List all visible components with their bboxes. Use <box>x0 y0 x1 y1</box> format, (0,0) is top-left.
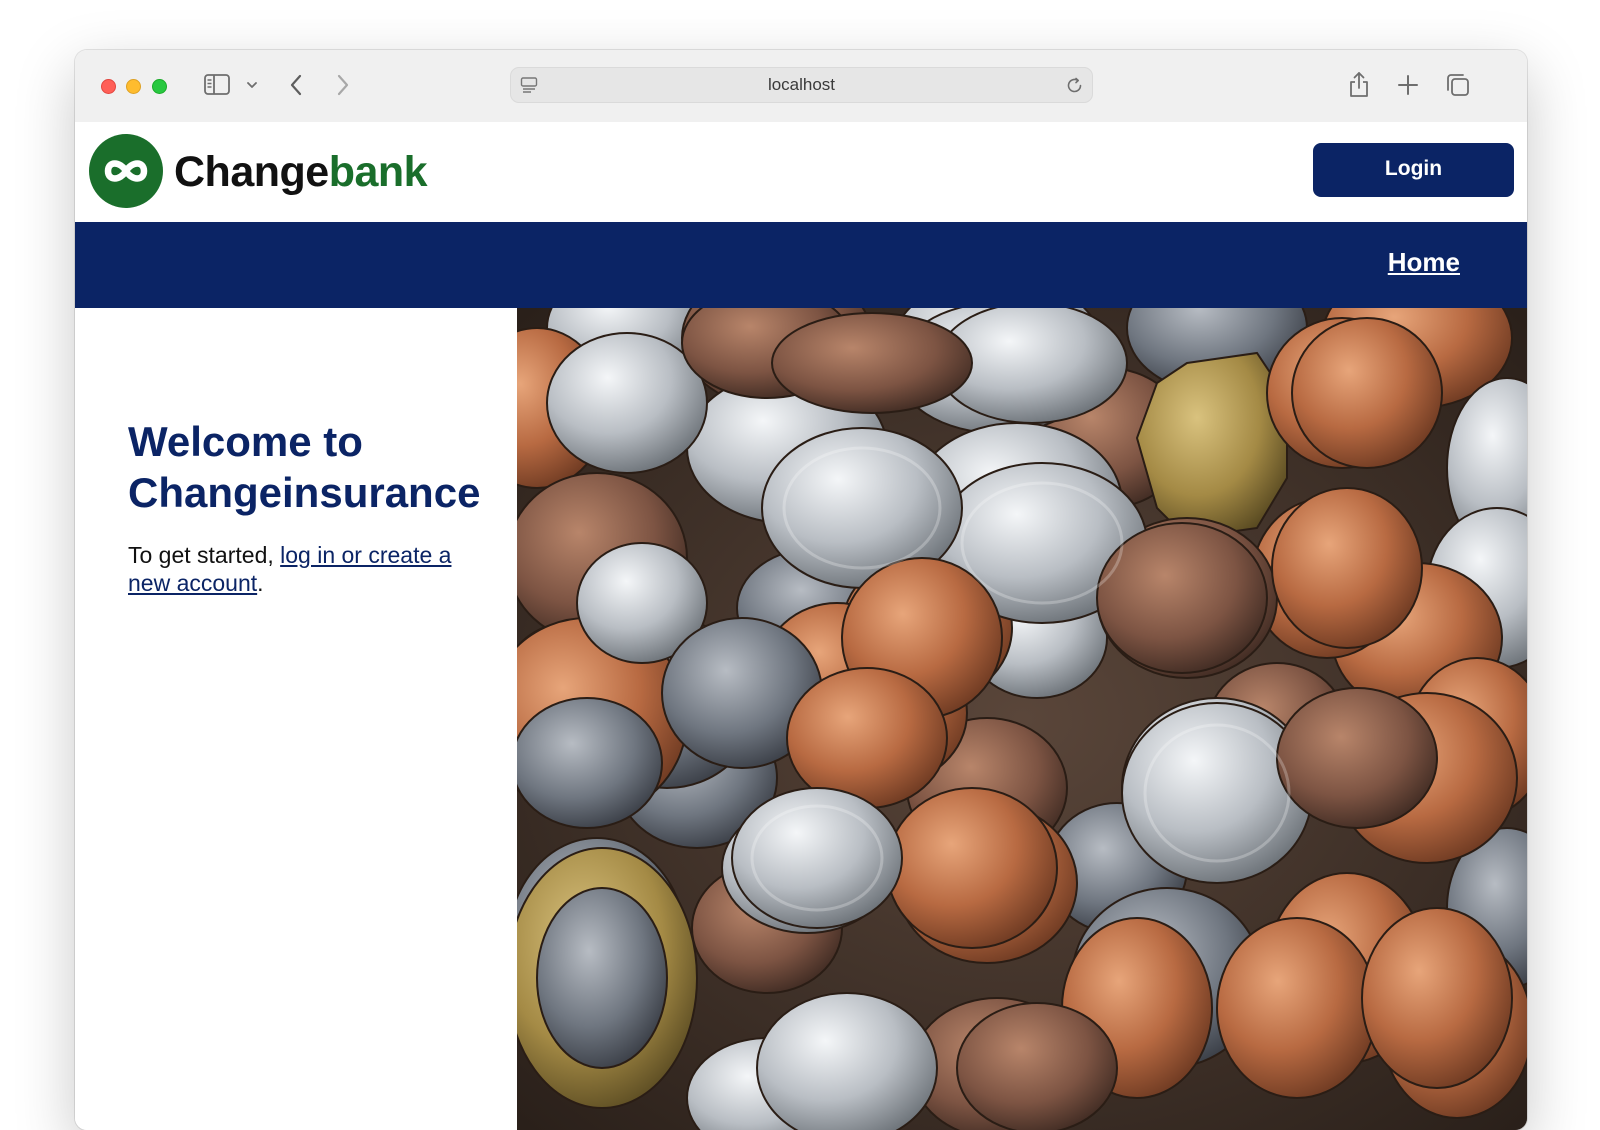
reload-icon[interactable] <box>1065 76 1084 95</box>
page-title: Welcome to Changeinsurance <box>128 418 481 516</box>
main-navigation: Home <box>75 222 1527 308</box>
changebank-logo-icon[interactable] <box>89 134 163 208</box>
plus-icon[interactable] <box>1397 74 1419 96</box>
tabs-overview-icon[interactable] <box>1445 72 1471 98</box>
intro-suffix: . <box>257 570 264 596</box>
minimize-window-button[interactable] <box>126 79 141 94</box>
zoom-window-button[interactable] <box>152 79 167 94</box>
chevron-right-icon[interactable] <box>334 72 352 98</box>
brand-name-part1: Change <box>174 148 329 196</box>
hero-coins-image <box>517 308 1527 1130</box>
browser-window: localhost Changebank Login Home Welcome … <box>75 50 1527 1130</box>
url-text[interactable]: localhost <box>511 68 1092 102</box>
site-header: Changebank Login <box>75 122 1527 222</box>
browser-toolbar: localhost <box>75 50 1527 123</box>
brand-name-part2: bank <box>328 148 428 196</box>
coins-photo <box>517 308 1527 1130</box>
nav-link-home[interactable]: Home <box>1388 247 1460 278</box>
login-button[interactable]: Login <box>1313 143 1514 197</box>
main-content: Welcome to Changeinsurance To get starte… <box>75 308 1527 1130</box>
chevron-down-icon[interactable] <box>246 80 258 90</box>
chevron-left-icon[interactable] <box>287 72 305 98</box>
sidebar-icon[interactable] <box>204 74 230 96</box>
address-bar[interactable]: localhost <box>510 67 1093 103</box>
share-icon[interactable] <box>1347 70 1371 98</box>
brand-name[interactable]: Changebank <box>174 146 428 198</box>
welcome-panel: Welcome to Changeinsurance To get starte… <box>75 308 517 1130</box>
close-window-button[interactable] <box>101 79 116 94</box>
intro-prefix: To get started, <box>128 542 281 568</box>
intro-text: To get started, log in or create a new a… <box>128 541 488 597</box>
